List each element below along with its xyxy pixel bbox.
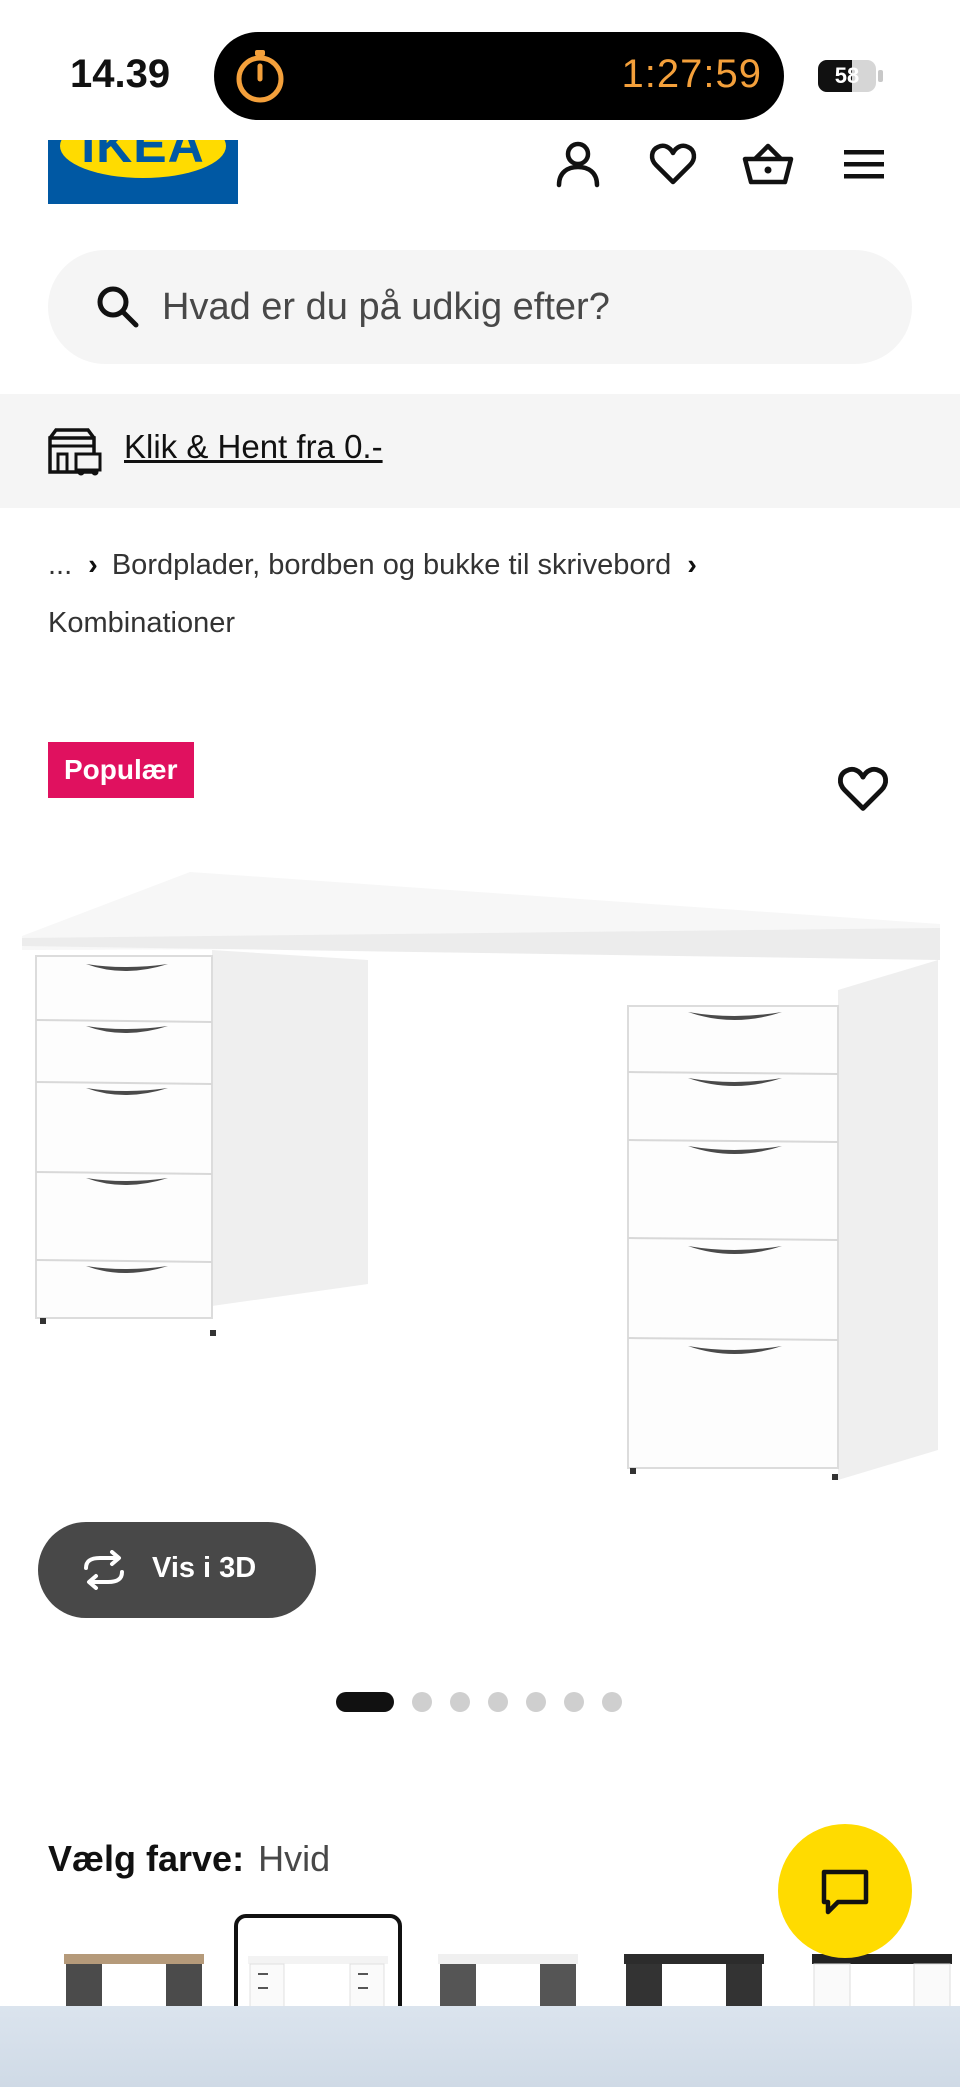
click-collect-link[interactable]: Klik & Hent fra 0.- bbox=[124, 428, 383, 466]
selected-color-value: Hvid bbox=[258, 1838, 331, 1879]
ikea-logo[interactable]: IKEA bbox=[48, 140, 238, 204]
stopwatch-icon bbox=[236, 50, 284, 103]
account-button[interactable] bbox=[550, 136, 606, 192]
logo-text: IKEA bbox=[81, 140, 205, 173]
timer-text: 1:27:59 bbox=[621, 52, 762, 96]
carousel-dot[interactable] bbox=[488, 1692, 508, 1712]
breadcrumb-ellipsis[interactable]: ... bbox=[48, 549, 72, 581]
search-input[interactable] bbox=[162, 250, 862, 364]
search-bar[interactable] bbox=[48, 250, 912, 364]
breadcrumb-link-combinations[interactable]: Kombinationer bbox=[48, 607, 235, 639]
battery-nub bbox=[878, 70, 883, 82]
click-collect-banner: Klik & Hent fra 0.- bbox=[0, 394, 960, 508]
browser-toolbar bbox=[0, 2006, 960, 2087]
status-time: 14.39 bbox=[70, 52, 171, 96]
user-icon bbox=[556, 141, 600, 188]
rotate-3d-icon bbox=[84, 1550, 124, 1590]
heart-icon bbox=[649, 143, 697, 185]
battery-level: 58 bbox=[834, 63, 860, 88]
carousel-dot[interactable] bbox=[602, 1692, 622, 1712]
color-label: Vælg farve: bbox=[48, 1838, 245, 1879]
battery-indicator: 58 bbox=[818, 60, 876, 92]
chevron-right-icon: › bbox=[687, 549, 697, 581]
carousel-dot[interactable] bbox=[412, 1692, 432, 1712]
chevron-right-icon: › bbox=[88, 549, 98, 581]
product-image-desk[interactable] bbox=[0, 850, 960, 1530]
breadcrumb-link-desk-parts[interactable]: Bordplader, bordben og bukke til skriveb… bbox=[112, 549, 671, 581]
basket-icon bbox=[742, 143, 794, 185]
store-pickup-icon bbox=[48, 428, 102, 476]
favourites-button[interactable] bbox=[645, 136, 701, 192]
popular-badge: Populær bbox=[48, 742, 194, 798]
chat-bubble-icon bbox=[821, 1869, 869, 1915]
carousel-dot-active[interactable] bbox=[336, 1692, 394, 1712]
menu-icon bbox=[844, 150, 884, 179]
carousel-dot[interactable] bbox=[450, 1692, 470, 1712]
search-icon bbox=[97, 286, 139, 328]
breadcrumb: ... › Bordplader, bordben og bukke til skr… bbox=[48, 536, 908, 652]
dynamic-island[interactable]: 1:27:59 bbox=[214, 32, 784, 120]
status-bar: 14.39 1:27:59 58 bbox=[0, 0, 960, 140]
basket-button[interactable] bbox=[740, 136, 796, 192]
menu-button[interactable] bbox=[836, 136, 892, 192]
view-in-3d-button[interactable]: Vis i 3D bbox=[38, 1522, 316, 1618]
image-carousel-indicator bbox=[336, 1692, 622, 1712]
add-to-favourites-button[interactable] bbox=[836, 762, 890, 816]
carousel-dot[interactable] bbox=[564, 1692, 584, 1712]
carousel-dot[interactable] bbox=[526, 1692, 546, 1712]
chat-button[interactable] bbox=[778, 1824, 912, 1958]
heart-icon bbox=[838, 766, 888, 811]
view-in-3d-label: Vis i 3D bbox=[152, 1552, 257, 1584]
color-selector-heading: Vælg farve: Hvid bbox=[48, 1838, 330, 1880]
